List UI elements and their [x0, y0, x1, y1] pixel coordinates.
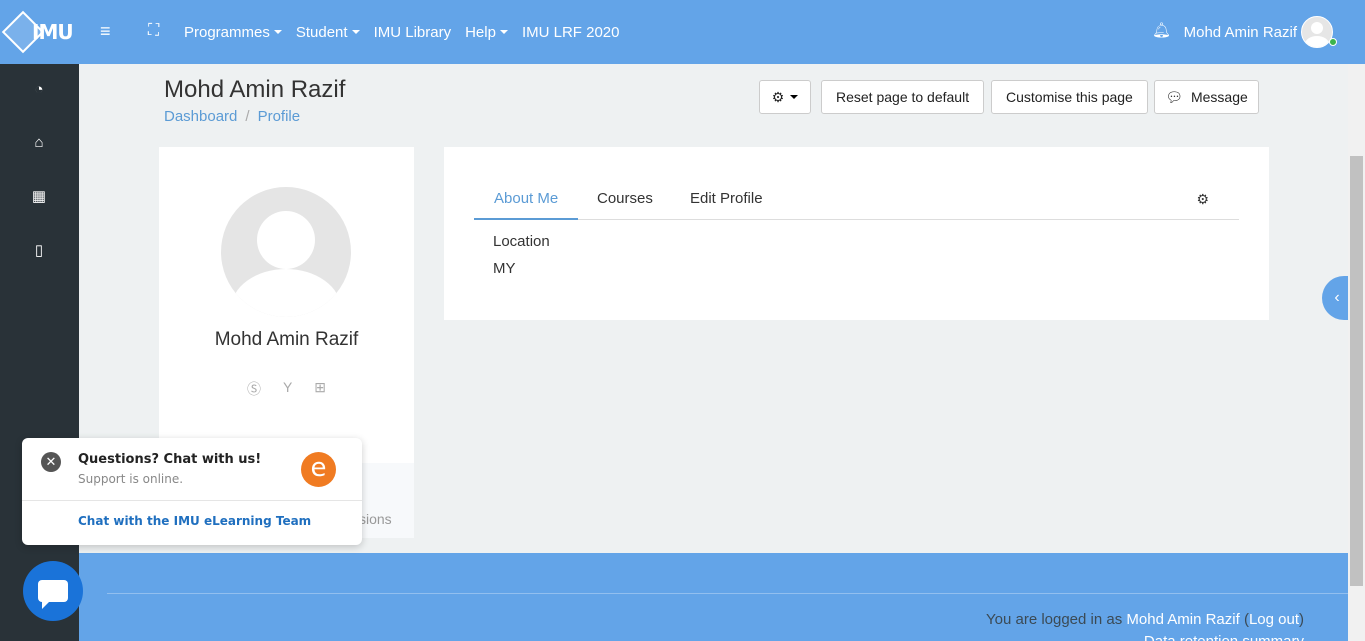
breadcrumb: Dashboard / Profile [164, 108, 300, 125]
profile-content-card: About Me Courses Edit Profile ⚙ Location… [444, 147, 1269, 320]
hamburger-menu-icon[interactable]: ≡ [100, 22, 111, 40]
calendar-icon[interactable]: ▦ [30, 188, 48, 206]
data-retention-link[interactable]: Data retention summary [1144, 633, 1304, 641]
breadcrumb-profile[interactable]: Profile [258, 108, 301, 125]
close-icon[interactable]: ✕ [41, 452, 61, 472]
notification-bell-icon[interactable]: 🔔︎ [1152, 22, 1171, 40]
chevron-down-icon [786, 89, 798, 105]
breadcrumb-separator: / [245, 108, 250, 125]
windows-icon[interactable]: ⊞ [314, 379, 326, 399]
tab-courses[interactable]: Courses [577, 179, 673, 220]
tab-about-me[interactable]: About Me [474, 179, 579, 220]
chat-status: Support is online. [78, 472, 184, 486]
fullscreen-icon[interactable]: ⛶ [148, 22, 159, 40]
footer-divider [107, 593, 1348, 594]
gear-icon: ⚙ [771, 88, 785, 105]
message-button[interactable]: 💬︎ Message [1154, 80, 1259, 114]
chat-start-link[interactable]: Chat with the IMU eLearning Team [78, 514, 311, 528]
imu-logo[interactable]: IMU [1, 10, 76, 54]
footer-user-link[interactable]: Mohd Amin Razif [1126, 611, 1239, 628]
message-button-label: Message [1190, 89, 1248, 105]
chat-launcher-button[interactable] [23, 561, 83, 621]
home-icon[interactable]: ⌂ [30, 134, 48, 152]
logo-diamond-icon [1, 10, 45, 54]
page-title: Mohd Amin Razif [164, 76, 346, 103]
sessions-link[interactable]: sions [359, 511, 392, 527]
elearning-logo-icon: e [301, 452, 336, 487]
yahoo-icon[interactable]: Y [283, 379, 292, 399]
logout-link[interactable]: Log out [1249, 611, 1299, 628]
location-label: Location [493, 233, 550, 250]
online-status-dot [1329, 38, 1337, 46]
main-menu: Programmes Student IMU Library Help IMU … [184, 0, 620, 64]
profile-name: Mohd Amin Razif [214, 329, 359, 350]
scrollbar-thumb[interactable] [1350, 156, 1363, 586]
profile-tabs: About Me Courses Edit Profile ⚙ [474, 179, 1239, 220]
page-settings-button[interactable]: ⚙ [759, 80, 811, 114]
tab-settings-gear-icon[interactable]: ⚙ [1196, 191, 1209, 208]
chat-title: Questions? Chat with us! [78, 452, 262, 467]
social-links: Ⓢ Y ⊞ [159, 379, 414, 399]
chat-icon: 💬︎ [1165, 88, 1183, 105]
chat-divider [22, 500, 362, 501]
menu-imu-lrf-2020[interactable]: IMU LRF 2020 [522, 24, 620, 41]
chat-bubble-icon [38, 580, 68, 609]
top-navbar: IMU ≡ ⛶ Programmes Student IMU Library H… [0, 0, 1365, 64]
logged-in-prefix: You are logged in as [986, 611, 1127, 628]
skype-icon[interactable]: Ⓢ [247, 379, 261, 399]
page-footer: You are logged in as Mohd Amin Razif (Lo… [79, 553, 1348, 641]
menu-help[interactable]: Help [465, 24, 508, 41]
menu-imu-library[interactable]: IMU Library [374, 24, 452, 41]
profile-avatar [221, 187, 351, 317]
user-menu[interactable]: Mohd Amin Razif [1184, 16, 1333, 48]
login-info: You are logged in as Mohd Amin Razif (Lo… [986, 611, 1304, 628]
file-icon[interactable]: ▯ [30, 242, 48, 260]
location-value: MY [493, 260, 516, 277]
dashboard-icon[interactable]: ◔ [30, 81, 48, 99]
menu-programmes[interactable]: Programmes [184, 24, 282, 41]
page-scrollbar[interactable] [1348, 64, 1365, 641]
chat-popup: ✕ Questions? Chat with us! Support is on… [22, 438, 362, 545]
reset-page-button[interactable]: Reset page to default [821, 80, 985, 114]
menu-student[interactable]: Student [296, 24, 360, 41]
breadcrumb-dashboard[interactable]: Dashboard [164, 108, 237, 125]
tab-edit-profile[interactable]: Edit Profile [670, 179, 783, 220]
user-name: Mohd Amin Razif [1183, 23, 1297, 41]
chevron-left-icon: ‹ [1334, 289, 1340, 306]
customise-page-button[interactable]: Customise this page [991, 80, 1148, 114]
left-sidebar: ◔ ⌂ ▦ ▯ [0, 64, 79, 641]
